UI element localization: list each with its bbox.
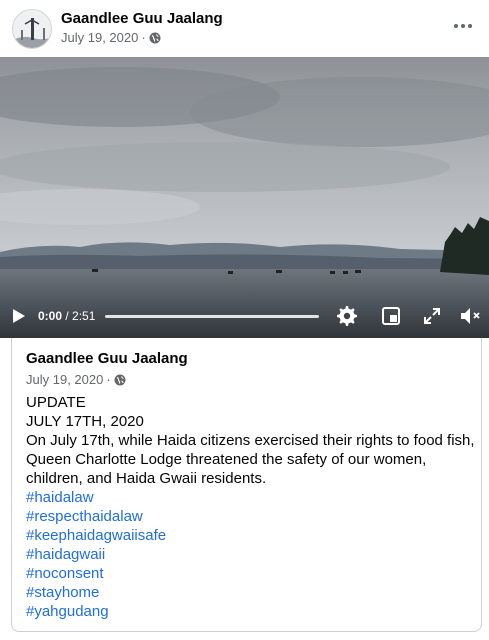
shared-post-meta: July 19, 2020 · (26, 372, 126, 387)
hashtag-link[interactable]: #haidagwaii (26, 545, 476, 564)
shared-author-name[interactable]: Gaandlee Guu Jaalang (26, 350, 188, 367)
volume-muted-icon[interactable] (459, 305, 481, 327)
hashtag-link[interactable]: #noconsent (26, 564, 476, 583)
play-icon[interactable] (11, 308, 27, 324)
post-text: UPDATE JULY 17TH, 2020 On July 17th, whi… (26, 393, 476, 621)
settings-icon[interactable] (336, 305, 358, 327)
current-time: 0:00 (38, 309, 63, 323)
meta-separator: · (106, 372, 111, 387)
shared-post-date[interactable]: July 19, 2020 (26, 372, 103, 387)
fullscreen-icon[interactable] (421, 305, 443, 327)
post-text-line: UPDATE (26, 394, 86, 411)
post-text-line: JULY 17TH, 2020 (26, 413, 144, 430)
video-player[interactable]: 0:00 / 2:51 (0, 57, 489, 338)
video-controls: 0:00 / 2:51 (0, 293, 489, 338)
duration: 2:51 (72, 309, 96, 323)
hashtag-link[interactable]: #haidalaw (26, 488, 476, 507)
hashtag-link[interactable]: #respecthaidalaw (26, 507, 476, 526)
avatar[interactable] (12, 9, 52, 49)
globe-icon (114, 374, 126, 386)
author-name[interactable]: Gaandlee Guu Jaalang (61, 10, 223, 27)
post-text-paragraph: On July 17th, while Haida citizens exerc… (26, 432, 475, 487)
time-separator: / (62, 309, 73, 323)
more-options-icon[interactable] (451, 14, 475, 38)
hashtag-link[interactable]: #stayhome (26, 583, 476, 602)
hashtag-link[interactable]: #keephaidagwaiisafe (26, 526, 476, 545)
post-date[interactable]: July 19, 2020 (61, 30, 138, 45)
video-time: 0:00 / 2:51 (38, 309, 95, 323)
globe-icon (149, 32, 161, 44)
miniplayer-icon[interactable] (380, 305, 402, 327)
progress-bar[interactable] (105, 315, 319, 318)
meta-separator: · (141, 30, 146, 45)
post-meta: July 19, 2020 · (61, 30, 161, 45)
hashtag-link[interactable]: #yahgudang (26, 602, 476, 621)
shared-post-card: Gaandlee Guu Jaalang July 19, 2020 · UPD… (11, 338, 482, 632)
post-header: Gaandlee Guu Jaalang July 19, 2020 · (0, 0, 489, 56)
